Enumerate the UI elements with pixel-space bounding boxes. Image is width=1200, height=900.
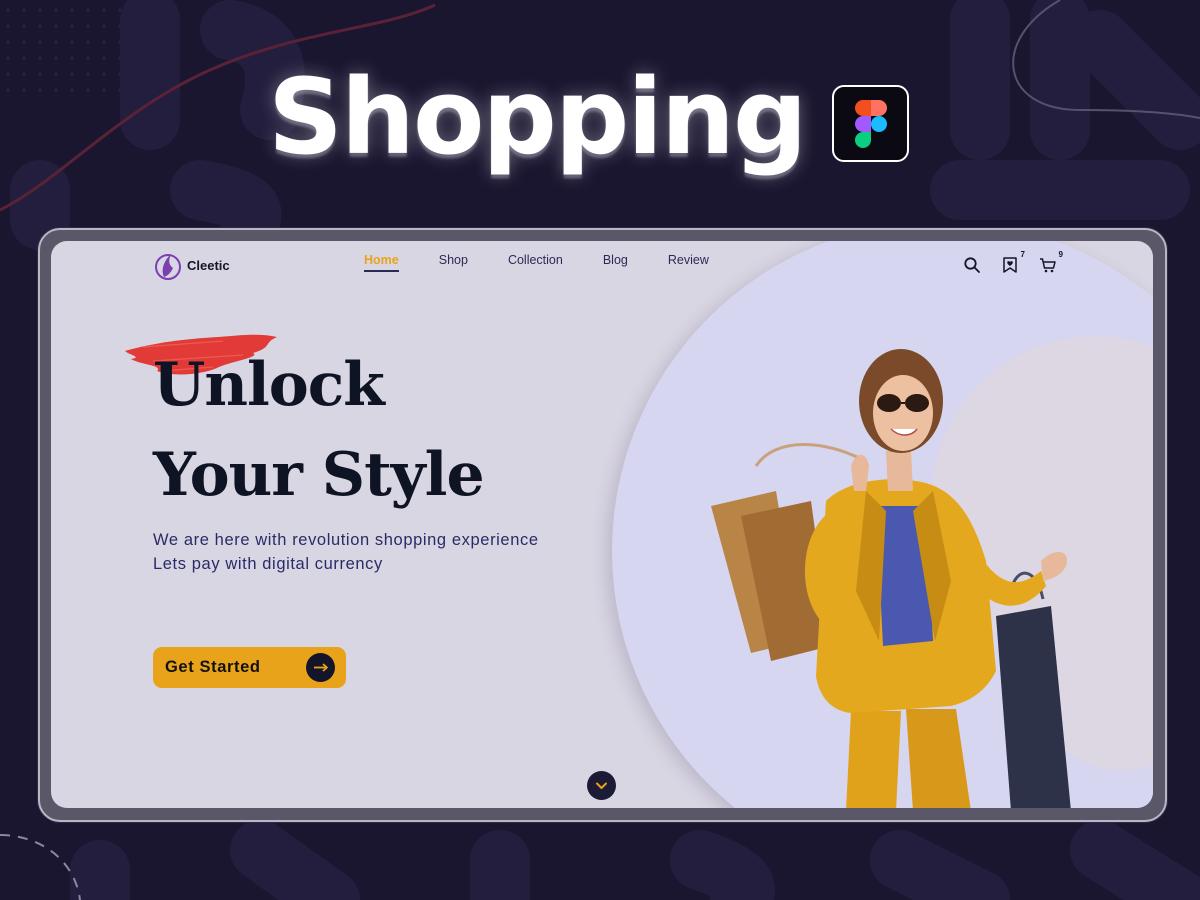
logo-icon <box>155 254 181 280</box>
get-started-label: Get Started <box>165 658 261 676</box>
cart-icon[interactable]: 9 <box>1039 250 1063 274</box>
wishlist-count: 7 <box>1020 250 1025 259</box>
scroll-down-button[interactable] <box>587 771 616 800</box>
hero-subtitle-line-2: Lets pay with digital currency <box>153 555 383 573</box>
nav-collection[interactable]: Collection <box>508 253 563 271</box>
nav-actions: 7 9 <box>963 250 1063 274</box>
chevron-down-icon <box>596 782 607 789</box>
nav-review[interactable]: Review <box>668 253 709 271</box>
get-started-button[interactable]: Get Started <box>153 647 346 688</box>
nav-home[interactable]: Home <box>364 253 399 272</box>
hero-title-line-2: Your Style <box>153 440 485 510</box>
main-nav: Home Shop Collection Blog Review <box>364 253 749 272</box>
cart-count: 9 <box>1058 250 1063 259</box>
headline-title: Shopping <box>268 56 807 178</box>
hero-title-line-1: Unlock <box>153 350 385 420</box>
figma-icon <box>832 85 909 162</box>
brand-logo[interactable]: Cleetic <box>153 250 230 280</box>
arrow-right-icon <box>306 653 335 682</box>
brand-name: Cleetic <box>187 257 230 273</box>
website-mockup: Cleetic Home Shop Collection Blog Review… <box>51 241 1153 808</box>
nav-blog[interactable]: Blog <box>603 253 628 271</box>
search-icon[interactable] <box>963 256 981 274</box>
nav-shop[interactable]: Shop <box>439 253 468 271</box>
hero-model-image <box>711 349 1071 808</box>
wishlist-icon[interactable]: 7 <box>1001 250 1025 274</box>
hero-subtitle-line-1: We are here with revolution shopping exp… <box>153 531 539 549</box>
